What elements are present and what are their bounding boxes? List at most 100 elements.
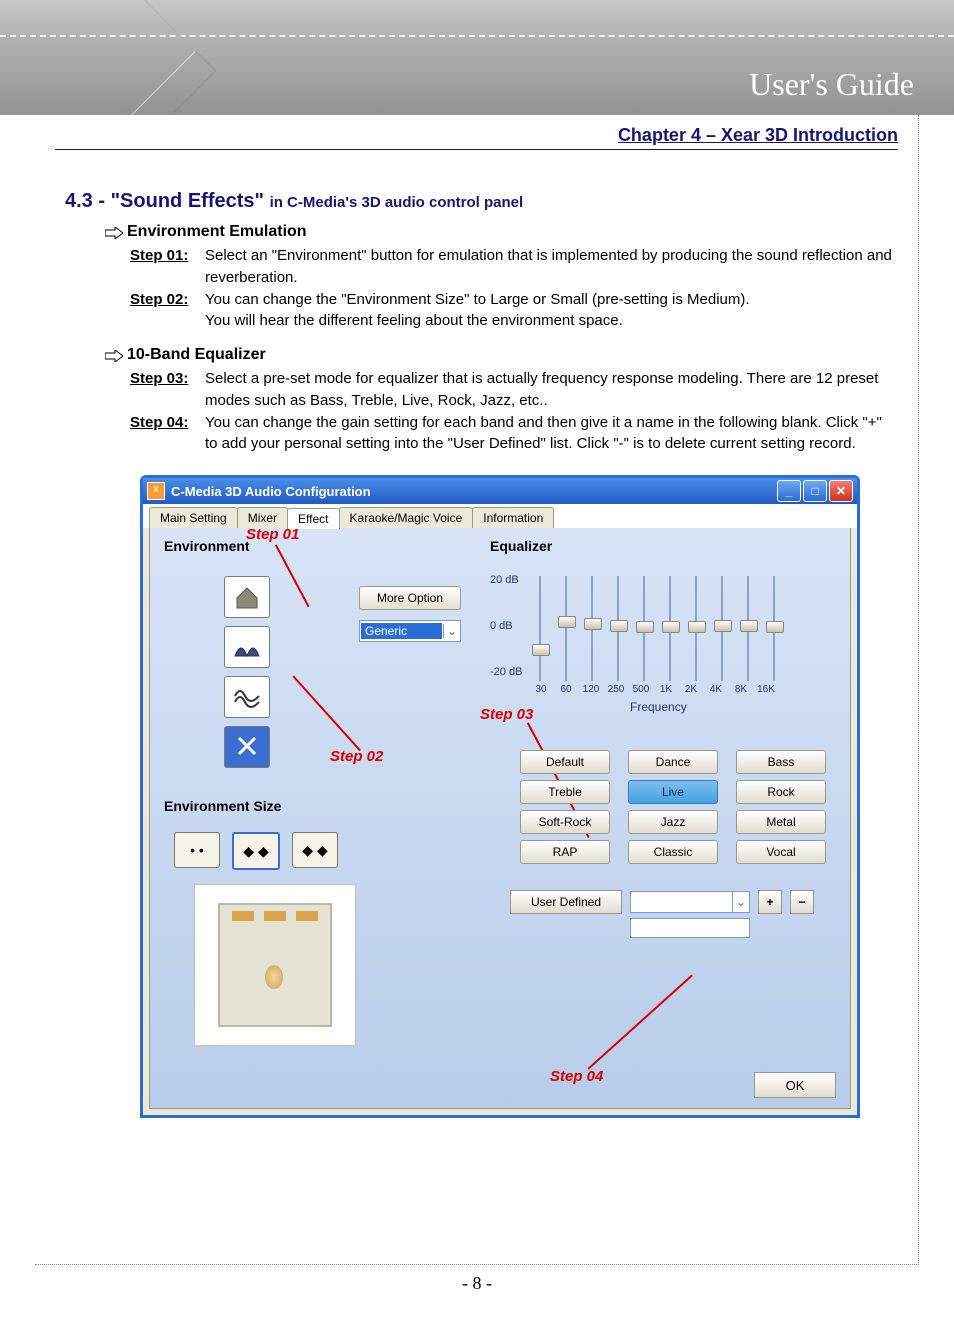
- listener-icon: [265, 965, 283, 989]
- preset-metal-button[interactable]: Metal: [736, 810, 826, 834]
- environment-combo[interactable]: Generic ⌄: [359, 620, 461, 642]
- speaker-icon: [296, 911, 318, 921]
- chevron-down-icon: ⌄: [443, 624, 460, 638]
- env-preset-button[interactable]: [224, 726, 270, 768]
- ok-button[interactable]: OK: [754, 1072, 836, 1098]
- tabstrip: Main SettingMixerEffectKaraoke/Magic Voi…: [143, 504, 857, 528]
- preset-jazz-button[interactable]: Jazz: [628, 810, 718, 834]
- eq-slider[interactable]: [714, 576, 730, 681]
- header-band: User's Guide: [0, 0, 954, 115]
- env-preset-button[interactable]: [224, 626, 270, 668]
- tab-mixer[interactable]: Mixer: [237, 507, 288, 528]
- eq-slider[interactable]: [636, 576, 652, 681]
- preset-dance-button[interactable]: Dance: [628, 750, 718, 774]
- preset-rap-button[interactable]: RAP: [520, 840, 610, 864]
- maximize-button[interactable]: □: [803, 480, 827, 502]
- user-defined-label: User Defined: [510, 890, 622, 914]
- arrow-icon: [105, 226, 123, 238]
- eq-slider[interactable]: [610, 576, 626, 681]
- add-preset-button[interactable]: +: [758, 890, 782, 914]
- size-small-button[interactable]: • •: [174, 832, 220, 868]
- eq-slider[interactable]: [766, 576, 782, 681]
- section-subtitle: in C-Media's 3D audio control panel: [270, 194, 524, 211]
- preset-grid: Default Dance Bass Treble Live Rock Soft-Rock J…: [520, 750, 840, 864]
- environment-group: Environment More Option Generic ⌄: [164, 538, 474, 768]
- freq-label: 250: [607, 684, 625, 695]
- db-label: 0 dB: [490, 620, 513, 632]
- eq-slider[interactable]: [688, 576, 704, 681]
- tab-effect[interactable]: Effect: [287, 508, 339, 529]
- effect-panel: Step 01 Step 02 Step 03 Step 04 Environm…: [149, 528, 851, 1109]
- minimize-button[interactable]: _: [777, 480, 801, 502]
- wave-icon: [233, 684, 261, 710]
- freq-label: 120: [582, 684, 600, 695]
- eq-slider[interactable]: [662, 576, 678, 681]
- tab-main-setting[interactable]: Main Setting: [149, 507, 238, 528]
- subheading-equalizer: 10-Band Equalizer: [105, 346, 898, 364]
- eq-slider[interactable]: [740, 576, 756, 681]
- house-icon: [233, 584, 261, 610]
- speaker-icon: [264, 911, 286, 921]
- annotation-line: [587, 975, 692, 1070]
- freq-label: 30: [532, 684, 550, 695]
- step-label: Step 03:: [130, 368, 195, 412]
- annotation-step04: Step 04: [550, 1068, 603, 1085]
- eq-slider[interactable]: [532, 576, 548, 681]
- tab-karaoke-magic-voice[interactable]: Karaoke/Magic Voice: [339, 507, 474, 528]
- chapter-heading: Chapter 4 – Xear 3D Introduction: [55, 125, 898, 150]
- size-buttons: • • ◆ ◆ ◆ ◆: [174, 832, 474, 870]
- preset-classic-button[interactable]: Classic: [628, 840, 718, 864]
- equalizer-heading: Equalizer: [490, 538, 840, 554]
- equalizer-sliders: 20 dB 0 dB -20 dB 30601202505001K2K4K8K1…: [490, 572, 820, 702]
- preset-live-button[interactable]: Live: [628, 780, 718, 804]
- env-preset-button[interactable]: [224, 676, 270, 718]
- step-04: Step 04: You can change the gain setting…: [130, 412, 898, 456]
- page: User's Guide Chapter 4 – Xear 3D Introdu…: [0, 0, 954, 1294]
- preset-default-button[interactable]: Default: [520, 750, 610, 774]
- step-label: Step 02:: [130, 289, 195, 333]
- tools-icon: [233, 734, 261, 760]
- app-icon: X: [147, 482, 165, 500]
- step-03: Step 03: Select a pre-set mode for equal…: [130, 368, 898, 412]
- env-preset-button[interactable]: [224, 576, 270, 618]
- window-title: C-Media 3D Audio Configuration: [171, 484, 371, 499]
- environment-heading: Environment: [164, 538, 474, 554]
- eq-slider[interactable]: [584, 576, 600, 681]
- remove-preset-button[interactable]: −: [790, 890, 814, 914]
- document-title: User's Guide: [749, 66, 914, 103]
- db-label: -20 dB: [490, 666, 522, 678]
- more-option-button[interactable]: More Option: [359, 586, 461, 610]
- db-label: 20 dB: [490, 574, 519, 586]
- user-defined-row: User Defined ⌄ + −: [510, 890, 840, 914]
- preset-treble-button[interactable]: Treble: [520, 780, 610, 804]
- freq-label: 8K: [732, 684, 750, 695]
- equalizer-group: Equalizer 20 dB 0 dB -20 dB 306012025050…: [490, 538, 840, 938]
- size-large-button[interactable]: ◆ ◆: [292, 832, 338, 868]
- tab-information[interactable]: Information: [472, 507, 554, 528]
- environment-buttons: [224, 576, 274, 768]
- preset-vocal-button[interactable]: Vocal: [736, 840, 826, 864]
- freq-label: 16K: [757, 684, 775, 695]
- freq-label: 2K: [682, 684, 700, 695]
- room-preview: [194, 884, 356, 1046]
- preset-soft-rock-button[interactable]: Soft-Rock: [520, 810, 610, 834]
- window: X C-Media 3D Audio Configuration _ □ ✕ M…: [140, 475, 860, 1118]
- titlebar[interactable]: X C-Media 3D Audio Configuration _ □ ✕: [143, 478, 857, 504]
- preset-rock-button[interactable]: Rock: [736, 780, 826, 804]
- subheading-environment: Environment Emulation: [105, 223, 898, 241]
- user-defined-combo[interactable]: ⌄: [630, 891, 750, 913]
- step-text: Select an "Environment" button for emula…: [205, 245, 898, 289]
- room-inner: [218, 903, 332, 1027]
- content-frame: Chapter 4 – Xear 3D Introduction 4.3 - "…: [35, 115, 919, 1265]
- user-defined-input[interactable]: [630, 918, 750, 938]
- preset-bass-button[interactable]: Bass: [736, 750, 826, 774]
- step-text: Select a pre-set mode for equalizer that…: [205, 368, 898, 412]
- step-label: Step 01:: [130, 245, 195, 289]
- step-text: You can change the "Environment Size" to…: [205, 289, 750, 333]
- size-medium-button[interactable]: ◆ ◆: [232, 832, 280, 870]
- eq-slider[interactable]: [558, 576, 574, 681]
- section-title: 4.3 - "Sound Effects" in C-Media's 3D au…: [65, 190, 898, 213]
- opera-icon: [233, 634, 261, 660]
- embedded-screenshot: X C-Media 3D Audio Configuration _ □ ✕ M…: [140, 475, 860, 1118]
- close-button[interactable]: ✕: [829, 480, 853, 502]
